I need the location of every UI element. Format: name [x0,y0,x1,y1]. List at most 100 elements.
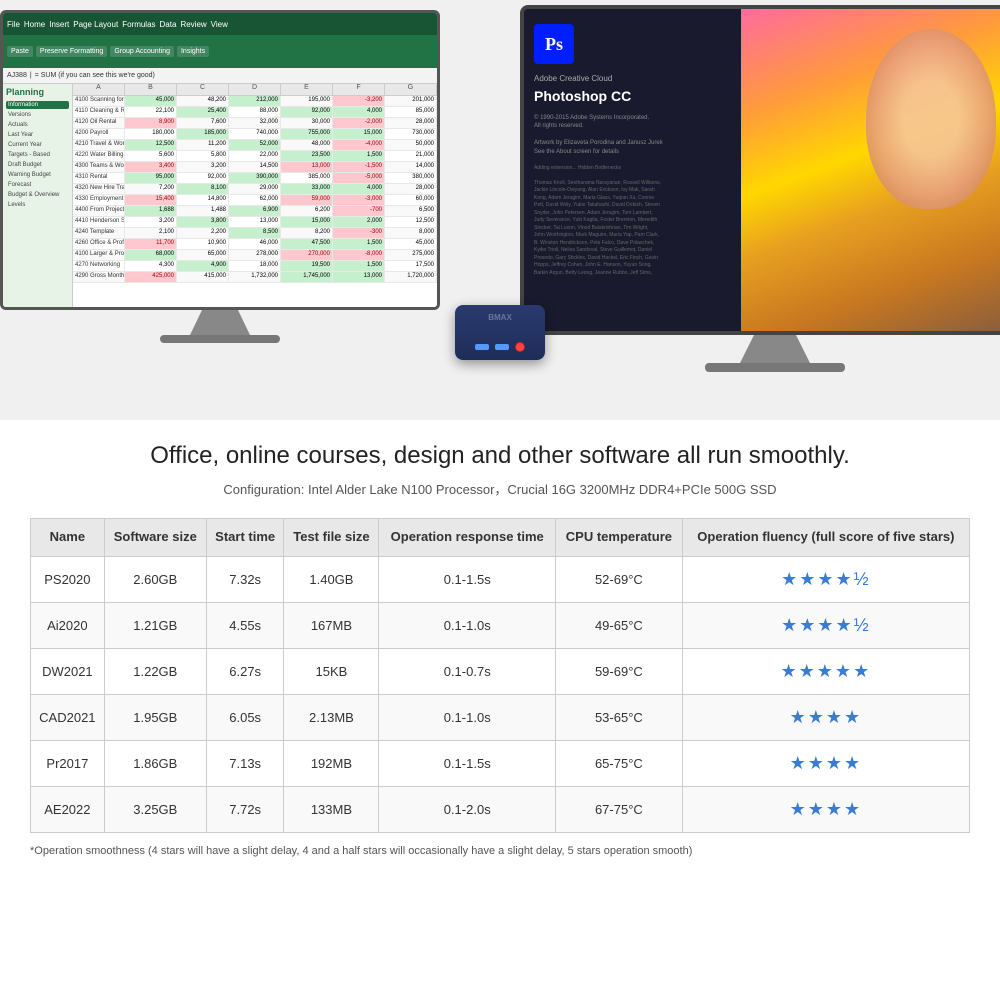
cell-d9: 29,000 [229,184,281,194]
cell-b2: 22,100 [125,107,177,117]
cell-a12: 4410 Henderson Store [73,217,125,227]
cell-b1: 45,000 [125,96,177,106]
cell-c13: 2,200 [177,228,229,238]
mini-pc-logo: BMAX [488,313,512,322]
excel-nav-currentyear[interactable]: Current Year [6,141,69,149]
excel-nav-lastyear[interactable]: Last Year [6,131,69,139]
excel-nav-budget[interactable]: Budget & Overview [6,191,69,199]
cell-e14: 47,500 [281,239,333,249]
cell-operation-response: 0.1-2.0s [379,787,556,833]
cell-stars: ★★★★ [682,741,969,787]
col-g: G [385,84,437,95]
cell-a14: 4260 Office & Professional [73,239,125,249]
excel-row-4: 4200 Payroll 180,000 185,000 740,000 755… [73,129,437,140]
excel-nav-information[interactable]: Information [6,101,69,109]
cell-g7: 14,000 [385,162,437,172]
formula-content: = SUM (if you can see this we're good) [35,72,155,79]
excel-nav-levels[interactable]: Levels [6,201,69,209]
ps-right-panel [741,9,1000,331]
cell-e6: 23,500 [281,151,333,161]
excel-nav-draft[interactable]: Draft Budget [6,161,69,169]
performance-table: Name Software size Start time Test file … [30,518,970,833]
excel-ribbon-main: Paste Preserve Formatting Group Accounti… [3,35,437,68]
cell-e8: 385,000 [281,173,333,183]
menu-file[interactable]: File [7,20,20,29]
cell-d8: 390,000 [229,173,281,183]
excel-nav-targets[interactable]: Targets - Based [6,151,69,159]
cell-g17: 1,720,000 [385,272,437,282]
excel-ribbon: File Home Insert Page Layout Formulas Da… [3,13,437,68]
excel-nav-forecast[interactable]: Forecast [6,181,69,189]
cell-g10: 60,000 [385,195,437,205]
cell-f9: 4,000 [333,184,385,194]
cell-stars: ★★★★★ [682,649,969,695]
cell-d1: 212,000 [229,96,281,106]
cell-start-time: 7.13s [206,741,284,787]
cell-d4: 740,000 [229,129,281,139]
cell-c12: 3,800 [177,217,229,227]
cell-a11: 4400 From Project [73,206,125,216]
excel-app: File Home Insert Page Layout Formulas Da… [3,13,437,307]
ps-splash-screen: Ps Adobe Creative Cloud Photoshop CC © 1… [524,9,1000,331]
excel-nav-warning[interactable]: Warning Budget [6,171,69,179]
cell-d16: 18,000 [229,261,281,271]
col-header-name: Name [31,519,105,557]
ps-logo: Ps [534,24,574,64]
menu-home[interactable]: Home [24,20,45,29]
cell-a9: 4320 New Hire Training [73,184,125,194]
power-button[interactable] [515,342,525,352]
cell-b10: 15,400 [125,195,177,205]
cell-software-size: 1.95GB [104,695,206,741]
cell-g6: 21,000 [385,151,437,161]
menu-review[interactable]: Review [180,20,206,29]
cell-stars: ★★★★½ [682,557,969,603]
cell-a16: 4270 Networking [73,261,125,271]
cell-a10: 4330 Employment Rental [73,195,125,205]
cell-operation-response: 0.1-1.5s [379,741,556,787]
ribbon-group[interactable]: Group Accounting [110,46,174,57]
menu-insert[interactable]: Insert [49,20,69,29]
cell-e11: 6,200 [281,206,333,216]
cell-g9: 28,000 [385,184,437,194]
cell-start-time: 7.32s [206,557,284,603]
excel-nav-versions[interactable]: Versions [6,111,69,119]
cell-f2: 4,000 [333,107,385,117]
ribbon-paste[interactable]: Paste [7,46,33,57]
mini-pc-ports [475,342,525,352]
menu-pageLayout[interactable]: Page Layout [73,20,118,29]
cell-c10: 14,800 [177,195,229,205]
monitor-left-base [160,335,280,343]
cell-f12: 2,000 [333,217,385,227]
menu-view[interactable]: View [211,20,228,29]
cell-cpu-temp: 59-69°C [556,649,683,695]
ribbon-insights[interactable]: Insights [177,46,209,57]
ribbon-format[interactable]: Preserve Formatting [36,46,107,57]
cell-d7: 14,500 [229,162,281,172]
cell-test-file-size: 2.13MB [284,695,379,741]
table-row: AE2022 3.25GB 7.72s 133MB 0.1-2.0s 67-75… [31,787,970,833]
cell-c6: 5,800 [177,151,229,161]
excel-row-10: 4330 Employment Rental 15,400 14,800 62,… [73,195,437,206]
cell-c16: 4,900 [177,261,229,271]
ps-title: Photoshop CC [534,88,731,104]
monitor-right-stand [740,335,810,363]
menu-data[interactable]: Data [160,20,177,29]
mini-pc: BMAX [455,305,545,360]
cell-f10: -3,000 [333,195,385,205]
cell-c4: 185,000 [177,129,229,139]
formula-separator: | [30,72,32,79]
cell-g16: 17,500 [385,261,437,271]
cell-test-file-size: 167MB [284,603,379,649]
menu-formulas[interactable]: Formulas [122,20,155,29]
cell-d17: 1,732,000 [229,272,281,282]
cell-d5: 52,000 [229,140,281,150]
cell-b3: 8,900 [125,118,177,128]
excel-row-5: 4210 Travel & Work Pay 12,500 11,200 52,… [73,140,437,151]
excel-row-17: 4290 Gross Monthly 425,000 415,000 1,732… [73,272,437,283]
cell-name: AE2022 [31,787,105,833]
excel-row-15: 4100 Larger & Professional 68,000 65,000… [73,250,437,261]
cell-name: CAD2021 [31,695,105,741]
excel-nav-actuals[interactable]: Actuals [6,121,69,129]
cell-c2: 25,400 [177,107,229,117]
cell-name: DW2021 [31,649,105,695]
